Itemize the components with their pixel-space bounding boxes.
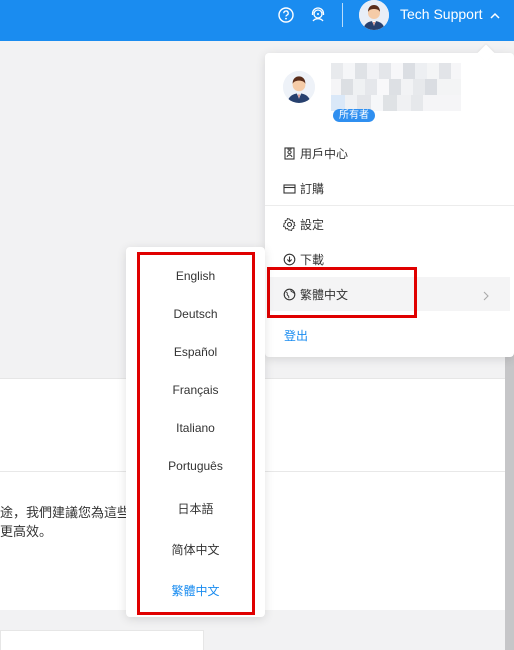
user-name[interactable]: Tech Support xyxy=(400,6,483,22)
id-card-icon xyxy=(283,146,296,160)
menu-avatar xyxy=(283,71,315,103)
body-text-line-1: 途，我們建議您為這些 xyxy=(0,505,131,520)
menu-divider xyxy=(265,205,514,206)
menu-item-user-center[interactable]: 用戶中心 xyxy=(265,136,514,170)
role-badge: 所有者 xyxy=(333,109,375,122)
menu-notch xyxy=(477,44,495,62)
vertical-scrollbar[interactable] xyxy=(505,350,514,650)
redacted-user-info xyxy=(331,63,461,111)
avatar[interactable] xyxy=(359,0,389,30)
menu-item-settings[interactable]: 設定 xyxy=(265,207,514,241)
menu-item-label: 設定 xyxy=(300,217,325,232)
logout-link[interactable]: 登出 xyxy=(284,327,308,344)
chevron-right-icon xyxy=(482,289,490,301)
topbar-divider xyxy=(342,3,343,27)
menu-item-subscription[interactable]: 訂購 xyxy=(265,171,514,205)
menu-item-label: 用戶中心 xyxy=(300,146,349,161)
menu-item-label: 下載 xyxy=(300,252,325,267)
help-circle-icon[interactable] xyxy=(277,6,295,24)
top-bar: Tech Support xyxy=(0,0,514,41)
support-agent-icon[interactable] xyxy=(309,6,327,24)
content-card-lower xyxy=(0,630,204,650)
chevron-up-icon[interactable] xyxy=(489,9,501,19)
menu-item-logout[interactable]: 登出 xyxy=(265,318,514,352)
card-icon xyxy=(283,182,296,195)
highlight-box-language-list xyxy=(137,252,255,615)
download-icon xyxy=(283,253,296,266)
highlight-box-language-item xyxy=(267,267,417,318)
body-text-line-2: 更高效。 xyxy=(0,524,53,539)
menu-item-label: 訂購 xyxy=(300,181,325,196)
gear-icon xyxy=(282,217,296,231)
